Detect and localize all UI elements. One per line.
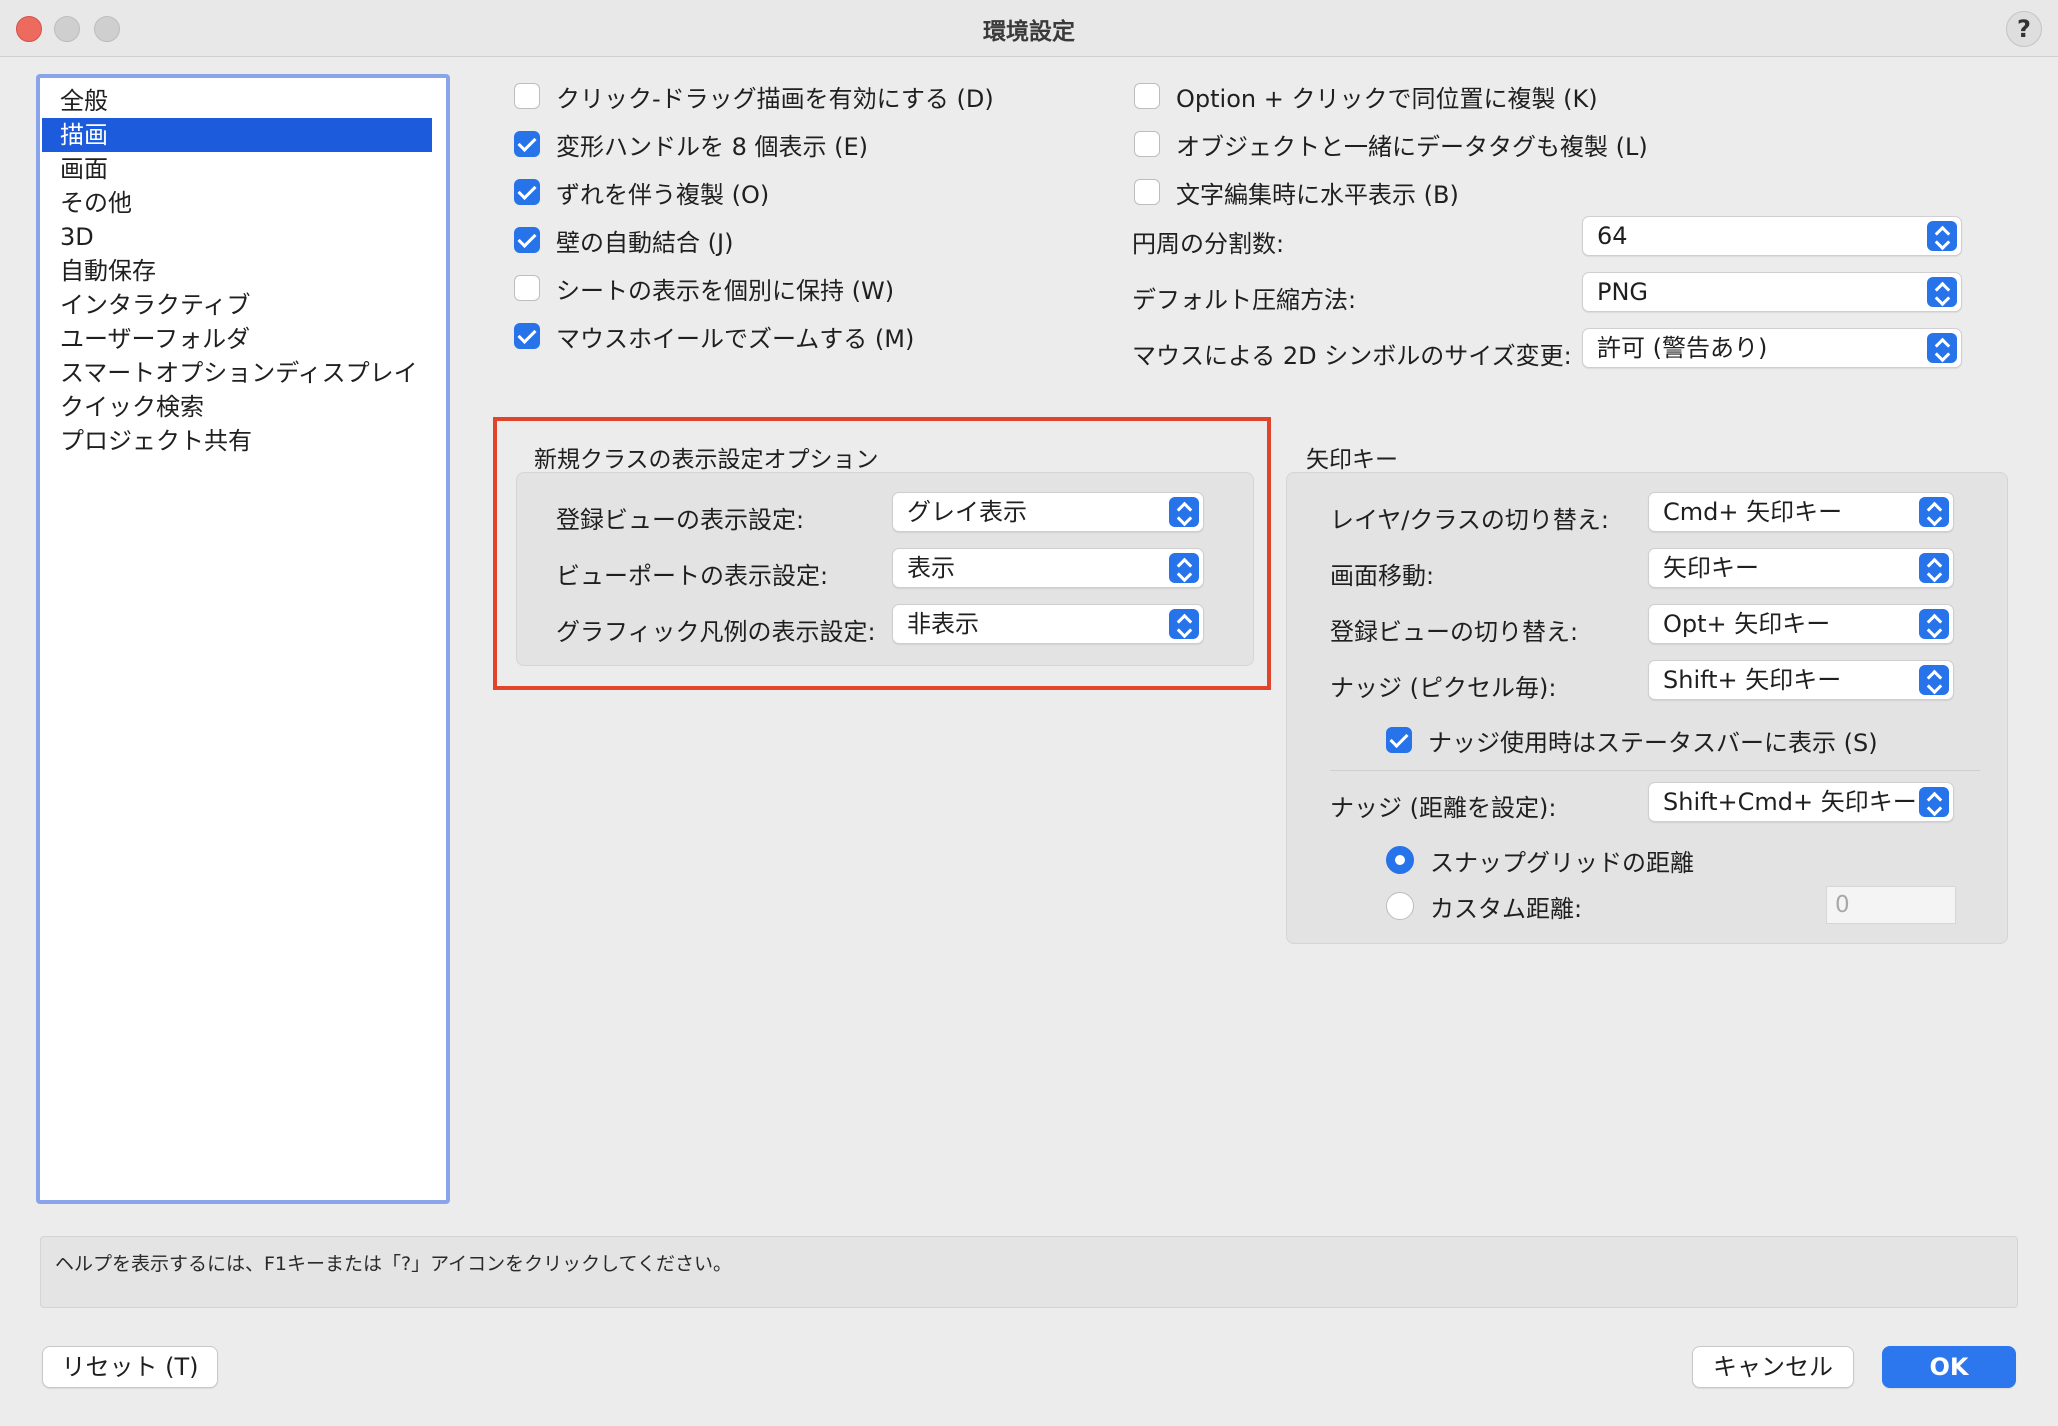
drawing-label: クリック-ドラッグ描画を有効にする (D) bbox=[556, 84, 994, 113]
category-item[interactable]: スマートオプションディスプレイ bbox=[42, 356, 444, 390]
drawing-extra-label: 文字編集時に水平表示 (B) bbox=[1176, 180, 1459, 209]
ok-button[interactable]: OK bbox=[1882, 1346, 2016, 1388]
drawing-extra-checkbox[interactable] bbox=[1134, 83, 1160, 109]
nudge-distance-label: ナッジ (距離を設定): bbox=[1330, 794, 1557, 822]
nudge-distance-value: Shift+Cmd+ 矢印キー bbox=[1663, 788, 1917, 816]
snap-grid-distance-option[interactable]: スナップグリッドの距離 bbox=[1386, 840, 1694, 880]
help-icon[interactable]: ? bbox=[2006, 11, 2042, 47]
popup-arrows-icon bbox=[1919, 553, 1949, 583]
drawing-option[interactable]: クリック-ドラッグ描画を有効にする (D) bbox=[514, 76, 994, 116]
drawing-checkbox[interactable] bbox=[514, 179, 540, 205]
separator bbox=[1330, 770, 1980, 771]
category-item[interactable]: 3D bbox=[42, 220, 444, 254]
category-item[interactable]: 画面 bbox=[42, 152, 444, 186]
nudge-pixel-popup[interactable]: Shift+ 矢印キー bbox=[1648, 660, 1954, 700]
drawing-option[interactable]: シートの表示を個別に保持 (W) bbox=[514, 268, 894, 308]
drawing-extra-option[interactable]: 文字編集時に水平表示 (B) bbox=[1134, 172, 1459, 212]
circle-segments-popup[interactable]: 64 bbox=[1582, 216, 1962, 256]
drawing-extra-label: Option + クリックで同位置に複製 (K) bbox=[1176, 84, 1598, 113]
drawing-checkbox[interactable] bbox=[514, 83, 540, 109]
category-item[interactable]: インタラクティブ bbox=[42, 288, 444, 322]
popup-arrows-icon bbox=[1927, 221, 1957, 251]
category-list[interactable]: 全般 描画 画面 その他 3D 自動保存 インタラクティブ ユーザーフォルダ スマートオプション… bbox=[36, 74, 450, 1204]
drawing-extra-option[interactable]: Option + クリックで同位置に複製 (K) bbox=[1134, 76, 1598, 116]
custom-distance-label: カスタム距離: bbox=[1430, 894, 1583, 923]
status-bar-nudge-label: ナッジ使用時はステータスバーに表示 (S) bbox=[1428, 728, 1878, 757]
layer-class-switch-value: Cmd+ 矢印キー bbox=[1663, 498, 1843, 526]
category-item[interactable]: 描画 bbox=[42, 118, 432, 152]
category-item[interactable]: プロジェクト共有 bbox=[42, 424, 444, 458]
drawing-checkbox[interactable] bbox=[514, 227, 540, 253]
symbol-resize-popup[interactable]: 許可 (警告あり) bbox=[1582, 328, 1962, 368]
saved-view-switch-label: 登録ビューの切り替え: bbox=[1330, 618, 1579, 646]
drawing-label: ずれを伴う複製 (O) bbox=[556, 180, 770, 209]
nudge-pixel-value: Shift+ 矢印キー bbox=[1663, 666, 1842, 694]
drawing-checkbox[interactable] bbox=[514, 131, 540, 157]
category-item[interactable]: 全般 bbox=[42, 84, 444, 118]
circle-segments-label: 円周の分割数: bbox=[1132, 230, 1285, 258]
compression-method-value: PNG bbox=[1597, 278, 1649, 306]
category-item[interactable]: その他 bbox=[42, 186, 444, 220]
circle-segments-value: 64 bbox=[1597, 222, 1628, 250]
popup-arrows-icon bbox=[1919, 665, 1949, 695]
custom-distance-field[interactable]: 0 bbox=[1826, 886, 1956, 924]
help-text: ヘルプを表示するには、F1キーまたは「?」アイコンをクリックしてください。 bbox=[55, 1253, 733, 1275]
drawing-option[interactable]: 壁の自動結合 (J) bbox=[514, 220, 733, 260]
window-title: 環境設定 bbox=[983, 19, 1075, 45]
popup-arrows-icon bbox=[1919, 497, 1949, 527]
compression-method-label: デフォルト圧縮方法: bbox=[1132, 286, 1357, 314]
category-item[interactable]: 自動保存 bbox=[42, 254, 444, 288]
reset-button[interactable]: リセット (T) bbox=[42, 1346, 218, 1388]
custom-distance-radio[interactable] bbox=[1386, 892, 1414, 920]
drawing-extra-label: オブジェクトと一緒にデータタグも複製 (L) bbox=[1176, 132, 1648, 161]
nudge-pixel-label: ナッジ (ピクセル毎): bbox=[1330, 674, 1557, 702]
title-bar: 環境設定 ? bbox=[0, 0, 2058, 57]
drawing-checkbox[interactable] bbox=[514, 275, 540, 301]
drawing-label: シートの表示を個別に保持 (W) bbox=[556, 276, 895, 305]
saved-view-switch-popup[interactable]: Opt+ 矢印キー bbox=[1648, 604, 1954, 644]
pan-value: 矢印キー bbox=[1663, 554, 1759, 582]
popup-arrows-icon bbox=[1919, 787, 1949, 817]
saved-view-switch-value: Opt+ 矢印キー bbox=[1663, 610, 1831, 638]
pan-label: 画面移動: bbox=[1330, 562, 1435, 590]
symbol-resize-label: マウスによる 2D シンボルのサイズ変更: bbox=[1132, 342, 1572, 370]
category-item[interactable]: ユーザーフォルダ bbox=[42, 322, 444, 356]
pan-popup[interactable]: 矢印キー bbox=[1648, 548, 1954, 588]
drawing-extra-option[interactable]: オブジェクトと一緒にデータタグも複製 (L) bbox=[1134, 124, 1648, 164]
drawing-option[interactable]: ずれを伴う複製 (O) bbox=[514, 172, 769, 212]
drawing-checkbox[interactable] bbox=[514, 323, 540, 349]
drawing-label: 変形ハンドルを 8 個表示 (E) bbox=[556, 132, 869, 161]
highlight-box bbox=[493, 417, 1271, 690]
snap-grid-distance-radio[interactable] bbox=[1386, 846, 1414, 874]
drawing-option[interactable]: 変形ハンドルを 8 個表示 (E) bbox=[514, 124, 868, 164]
snap-grid-distance-label: スナップグリッドの距離 bbox=[1430, 848, 1694, 877]
symbol-resize-value: 許可 (警告あり) bbox=[1597, 334, 1768, 362]
drawing-label: 壁の自動結合 (J) bbox=[556, 228, 734, 257]
drawing-option[interactable]: マウスホイールでズームする (M) bbox=[514, 316, 914, 356]
layer-class-switch-popup[interactable]: Cmd+ 矢印キー bbox=[1648, 492, 1954, 532]
drawing-label: マウスホイールでズームする (M) bbox=[556, 324, 915, 353]
layer-class-switch-label: レイヤ/クラスの切り替え: bbox=[1330, 506, 1609, 534]
drawing-extra-checkbox[interactable] bbox=[1134, 131, 1160, 157]
popup-arrows-icon bbox=[1919, 609, 1949, 639]
custom-distance-option[interactable]: カスタム距離: bbox=[1386, 886, 1582, 926]
status-bar-nudge-checkbox[interactable] bbox=[1386, 727, 1412, 753]
status-bar-nudge-option[interactable]: ナッジ使用時はステータスバーに表示 (S) bbox=[1386, 720, 1878, 760]
help-text-area: ヘルプを表示するには、F1キーまたは「?」アイコンをクリックしてください。 bbox=[40, 1236, 2018, 1308]
category-item[interactable]: クイック検索 bbox=[42, 390, 444, 424]
popup-arrows-icon bbox=[1927, 333, 1957, 363]
cancel-button[interactable]: キャンセル bbox=[1692, 1346, 1854, 1388]
popup-arrows-icon bbox=[1927, 277, 1957, 307]
arrow-keys-title: 矢印キー bbox=[1306, 447, 1398, 473]
compression-method-popup[interactable]: PNG bbox=[1582, 272, 1962, 312]
nudge-distance-popup[interactable]: Shift+Cmd+ 矢印キー bbox=[1648, 782, 1954, 822]
drawing-extra-checkbox[interactable] bbox=[1134, 179, 1160, 205]
